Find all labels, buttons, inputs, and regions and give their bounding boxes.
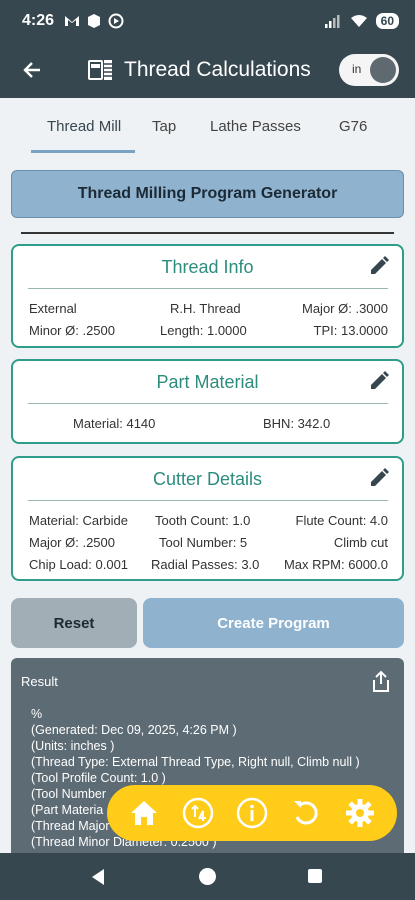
- thread-hand: R.H. Thread: [170, 301, 241, 316]
- app-bar: Thread Calculations in: [0, 42, 415, 98]
- result-line: (Thread Type: External Thread Type, Righ…: [31, 755, 360, 769]
- cutter-chip-load: Chip Load: 0.001: [29, 557, 129, 572]
- result-title: Result: [21, 674, 58, 689]
- reset-button[interactable]: Reset: [11, 598, 137, 648]
- tab-thread-mill[interactable]: Thread Mill: [47, 118, 121, 135]
- cutter-max-rpm: Max RPM: 6000.0: [283, 557, 388, 572]
- part-material-value: Material: 4140: [73, 416, 156, 431]
- tab-lathe-passes[interactable]: Lathe Passes: [210, 118, 301, 135]
- app-cube-icon: [88, 14, 101, 28]
- nav-back-icon[interactable]: [90, 868, 106, 886]
- cutter-tooth-count: Tooth Count: 1.0: [155, 513, 251, 528]
- speed-icon: [108, 13, 124, 29]
- wifi-icon: [350, 15, 367, 27]
- nav-recents-icon[interactable]: [308, 869, 322, 883]
- card-rule: [28, 403, 388, 404]
- signal-icon: [324, 15, 340, 28]
- program-generator-banner[interactable]: Thread Milling Program Generator: [11, 170, 404, 218]
- toggle-knob: [370, 57, 396, 83]
- edit-icon[interactable]: [368, 467, 390, 489]
- tab-bar: Thread Mill Tap Lathe Passes G76: [0, 98, 415, 154]
- card-rule: [28, 500, 388, 501]
- thread-info-card[interactable]: Thread Info External R.H. Thread Major Ø…: [11, 244, 404, 348]
- result-line: (Generated: Dec 09, 2025, 4:26 PM ): [31, 723, 237, 737]
- tab-g76[interactable]: G76: [339, 118, 367, 135]
- unit-toggle-label: in: [352, 62, 362, 76]
- cutter-details-title: Cutter Details: [152, 469, 263, 489]
- part-material-title: Part Material: [156, 372, 259, 392]
- result-line: (Units: inches ): [31, 739, 115, 753]
- part-material-card[interactable]: Part Material Material: 4140 BHN: 342.0: [11, 359, 404, 444]
- thread-major-diameter: Major Ø: .3000: [302, 301, 388, 316]
- part-bhn-value: BHN: 342.0: [263, 416, 331, 431]
- cutter-flute-count: Flute Count: 4.0: [295, 513, 389, 528]
- status-system-icons: 60: [324, 13, 399, 29]
- status-notification-icons: [64, 13, 124, 29]
- edit-icon[interactable]: [368, 370, 390, 392]
- settings-icon[interactable]: [343, 796, 377, 830]
- info-icon[interactable]: [235, 796, 269, 830]
- result-line: (Tool Profile Count: 1.0 ): [31, 771, 166, 785]
- system-nav-bar: [0, 853, 415, 900]
- thread-minor-diameter: Minor Ø: .2500: [29, 323, 115, 338]
- nav-home-icon[interactable]: [199, 868, 216, 885]
- gmail-icon: [65, 16, 80, 26]
- arrow-left-icon: [23, 62, 40, 78]
- unit-toggle[interactable]: in: [339, 54, 399, 86]
- thread-type: External: [29, 301, 77, 316]
- back-button[interactable]: [18, 56, 46, 84]
- thread-calc-icon: [88, 57, 114, 83]
- card-rule: [28, 288, 388, 289]
- cutter-radial-passes: Radial Passes: 3.0: [151, 557, 260, 572]
- undo-icon[interactable]: [289, 796, 323, 830]
- tab-indicator: [31, 150, 135, 153]
- thread-length: Length: 1.0000: [160, 323, 247, 338]
- cutter-material: Material: Carbide: [29, 513, 128, 528]
- thread-tpi: TPI: 13.0000: [313, 323, 388, 338]
- create-program-button[interactable]: Create Program: [143, 598, 404, 648]
- edit-icon[interactable]: [368, 255, 390, 277]
- share-icon[interactable]: [370, 670, 392, 694]
- tab-tap[interactable]: Tap: [152, 118, 176, 135]
- floating-action-bar: [107, 785, 397, 841]
- cutter-tool-number: Tool Number: 5: [159, 535, 248, 550]
- cutter-major-diameter: Major Ø: .2500: [29, 535, 115, 550]
- battery-icon: 60: [375, 13, 399, 29]
- status-time: 4:26: [22, 12, 55, 29]
- result-line: %: [31, 707, 43, 721]
- home-icon[interactable]: [127, 796, 161, 830]
- cutter-details-card[interactable]: Cutter Details Material: Carbide Tooth C…: [11, 456, 404, 581]
- status-bar: 4:26 60: [0, 0, 415, 42]
- section-divider: [21, 232, 394, 234]
- calculator-badge-icon[interactable]: [181, 796, 215, 830]
- cutter-cut-direction: Climb cut: [333, 535, 388, 550]
- page-title: Thread Calculations: [124, 58, 311, 81]
- thread-info-title: Thread Info: [161, 257, 254, 277]
